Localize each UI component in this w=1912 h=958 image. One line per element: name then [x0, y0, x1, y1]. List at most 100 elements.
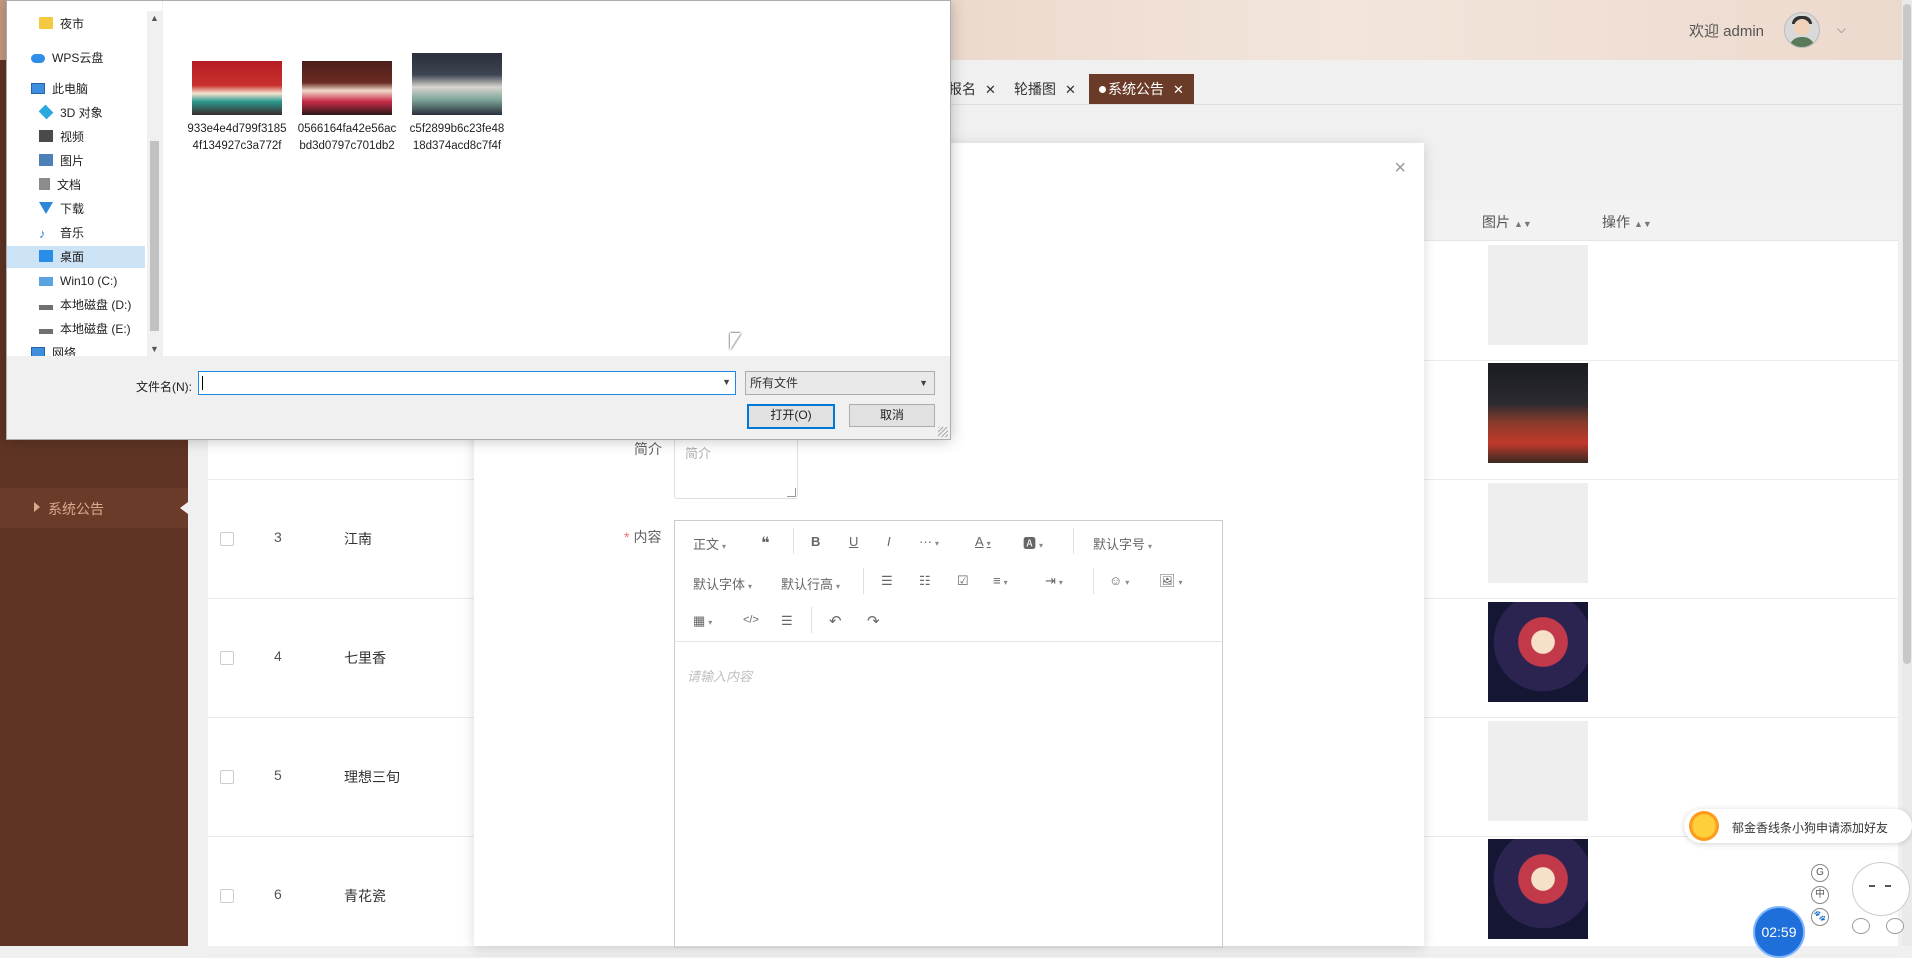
- nav-item-videos[interactable]: 视频: [39, 126, 84, 148]
- assistant-paw-icon[interactable]: 🐾: [1811, 908, 1829, 926]
- folder-icon: [39, 17, 53, 29]
- user-avatar[interactable]: [1784, 12, 1820, 48]
- chevron-down-icon[interactable]: ▼: [722, 377, 731, 387]
- row-index: 6: [274, 886, 282, 902]
- quote-icon[interactable]: ❝: [761, 533, 770, 553]
- nav-item-this-pc[interactable]: 此电脑: [31, 78, 88, 100]
- intro-textarea[interactable]: 简介: [674, 433, 798, 499]
- more-icon[interactable]: ··· ▾: [919, 534, 939, 549]
- column-header-image[interactable]: 图片 ▲▼: [1482, 212, 1532, 232]
- intro-placeholder: 简介: [685, 446, 712, 461]
- nav-item-drive-d[interactable]: 本地磁盘 (D:): [39, 294, 131, 316]
- row-index: 5: [274, 767, 282, 783]
- font-size-dropdown[interactable]: 默认字号 ▾: [1093, 534, 1152, 553]
- nav-item-downloads[interactable]: 下载: [39, 198, 84, 220]
- row-checkbox[interactable]: [220, 770, 234, 784]
- nav-item-wps-cloud[interactable]: WPS云盘: [31, 47, 103, 69]
- file-open-dialog: 夜市 WPS云盘 此电脑 3D 对象 视频 图片 文档 下载 ♪ 音乐 桌面 Wi…: [6, 0, 951, 440]
- assistant-side-icons: G 中 🐾: [1811, 864, 1829, 930]
- close-icon[interactable]: ✕: [1065, 82, 1076, 97]
- font-color-icon[interactable]: A ▾: [975, 534, 991, 549]
- row-thumbnail: [1488, 363, 1588, 463]
- redo-icon[interactable]: ↷: [867, 612, 880, 630]
- code-icon[interactable]: </>: [743, 614, 759, 626]
- download-icon: [39, 202, 53, 214]
- sidebar-item-announcement[interactable]: 系统公告: [0, 488, 188, 528]
- file-item[interactable]: 933e4e4d799f31854f134927c3a772f: [187, 61, 287, 155]
- active-dot-icon: [1099, 86, 1106, 93]
- row-index: 4: [274, 648, 282, 664]
- friend-request-notification[interactable]: 郁金香线条小狗申请添加好友 ×: [1684, 809, 1912, 843]
- music-icon: ♪: [39, 226, 46, 241]
- nav-item-documents[interactable]: 文档: [39, 174, 81, 196]
- chevron-down-icon[interactable]: ▼: [919, 372, 928, 394]
- italic-icon[interactable]: I: [887, 534, 891, 549]
- tab-announcement[interactable]: 系统公告 ✕: [1089, 74, 1194, 104]
- resize-grip-icon[interactable]: [787, 488, 796, 497]
- filetype-select[interactable]: 所有文件 ▼: [745, 371, 935, 395]
- navigation-pane: 夜市 WPS云盘 此电脑 3D 对象 视频 图片 文档 下载 ♪ 音乐 桌面 Wi…: [7, 1, 162, 356]
- paragraph-style-dropdown[interactable]: 正文 ▾: [693, 534, 726, 553]
- tab-carousel[interactable]: 轮播图 ✕: [1014, 74, 1076, 104]
- filename-input[interactable]: ▼: [198, 371, 736, 395]
- numbered-list-icon[interactable]: ☷: [919, 573, 931, 589]
- line-height-dropdown[interactable]: 默认行高 ▾: [781, 574, 840, 593]
- file-name: c5f2899b6c23fe4818d374acd8c7f4f: [409, 123, 505, 152]
- editor-placeholder[interactable]: 请输入内容: [687, 666, 752, 685]
- chevron-down-icon[interactable]: ⌵: [1837, 22, 1846, 37]
- scroll-up-icon: ▲: [150, 13, 159, 23]
- row-name: 青花瓷: [344, 888, 386, 904]
- mascot-widget[interactable]: [1852, 862, 1910, 942]
- undo-icon[interactable]: ↶: [829, 612, 842, 630]
- row-checkbox[interactable]: [220, 532, 234, 546]
- close-icon[interactable]: ✕: [1173, 82, 1184, 97]
- emoji-icon[interactable]: ☺ ▾: [1109, 573, 1129, 588]
- content-label: * 内容: [624, 529, 662, 545]
- nav-item-pictures[interactable]: 图片: [39, 150, 84, 172]
- open-button[interactable]: 打开(O): [747, 404, 835, 429]
- bold-icon[interactable]: B: [811, 534, 820, 549]
- indent-icon[interactable]: ⇥ ▾: [1045, 573, 1063, 589]
- resize-grip-icon[interactable]: [938, 427, 948, 437]
- nav-item-drive-e[interactable]: 本地磁盘 (E:): [39, 318, 131, 340]
- document-icon: [39, 178, 50, 190]
- file-item[interactable]: c5f2899b6c23fe4818d374acd8c7f4f: [407, 53, 507, 155]
- nav-item-night-market[interactable]: 夜市: [39, 13, 84, 35]
- image-icon[interactable]: 🖼 ▾: [1159, 573, 1183, 589]
- todo-checkbox-icon[interactable]: ☑: [957, 573, 969, 589]
- close-icon[interactable]: ×: [1394, 157, 1406, 180]
- assistant-chinese-icon[interactable]: 中: [1811, 886, 1829, 904]
- scroll-down-icon: ▼: [150, 344, 159, 354]
- filename-label: 文件名(N):: [136, 380, 192, 394]
- align-icon[interactable]: ≡ ▾: [993, 573, 1008, 588]
- nav-item-drive-c[interactable]: Win10 (C:): [39, 270, 117, 292]
- network-icon: [31, 347, 45, 356]
- bulleted-list-icon[interactable]: ☰: [881, 573, 893, 589]
- table-icon[interactable]: ▦ ▾: [693, 613, 712, 629]
- row-name: 理想三旬: [344, 769, 400, 785]
- row-checkbox[interactable]: [220, 889, 234, 903]
- background-color-icon[interactable]: 🅰 ▾: [1023, 533, 1043, 552]
- intro-label: 简介: [634, 441, 662, 457]
- tab-registration[interactable]: 报名 ✕: [948, 74, 996, 104]
- row-checkbox[interactable]: [220, 651, 234, 665]
- row-thumbnail: [1488, 721, 1588, 821]
- file-item[interactable]: 0566164fa42e56acbd3d0797c701db2: [297, 61, 397, 155]
- file-name: 933e4e4d799f31854f134927c3a772f: [187, 123, 287, 152]
- row-name: 江南: [344, 531, 372, 547]
- close-icon[interactable]: ×: [1732, 818, 1906, 832]
- cancel-button[interactable]: 取消: [849, 404, 935, 427]
- nav-scrollbar[interactable]: ▲ ▼: [147, 11, 162, 356]
- nav-item-music[interactable]: ♪ 音乐: [39, 222, 84, 244]
- divider-icon[interactable]: ☰: [781, 613, 793, 629]
- recording-timer[interactable]: 02:59: [1753, 906, 1805, 958]
- column-header-actions[interactable]: 操作 ▲▼: [1602, 212, 1652, 232]
- nav-item-network[interactable]: 网络: [31, 346, 76, 356]
- nav-item-3d-objects[interactable]: 3D 对象: [38, 102, 103, 124]
- underline-icon[interactable]: U: [849, 534, 858, 549]
- assistant-g-icon[interactable]: G: [1811, 864, 1829, 882]
- font-family-dropdown[interactable]: 默认字体 ▾: [693, 574, 752, 593]
- close-icon[interactable]: ✕: [985, 82, 996, 97]
- page-scrollbar[interactable]: [1902, 0, 1912, 946]
- nav-item-desktop[interactable]: 桌面: [7, 246, 145, 268]
